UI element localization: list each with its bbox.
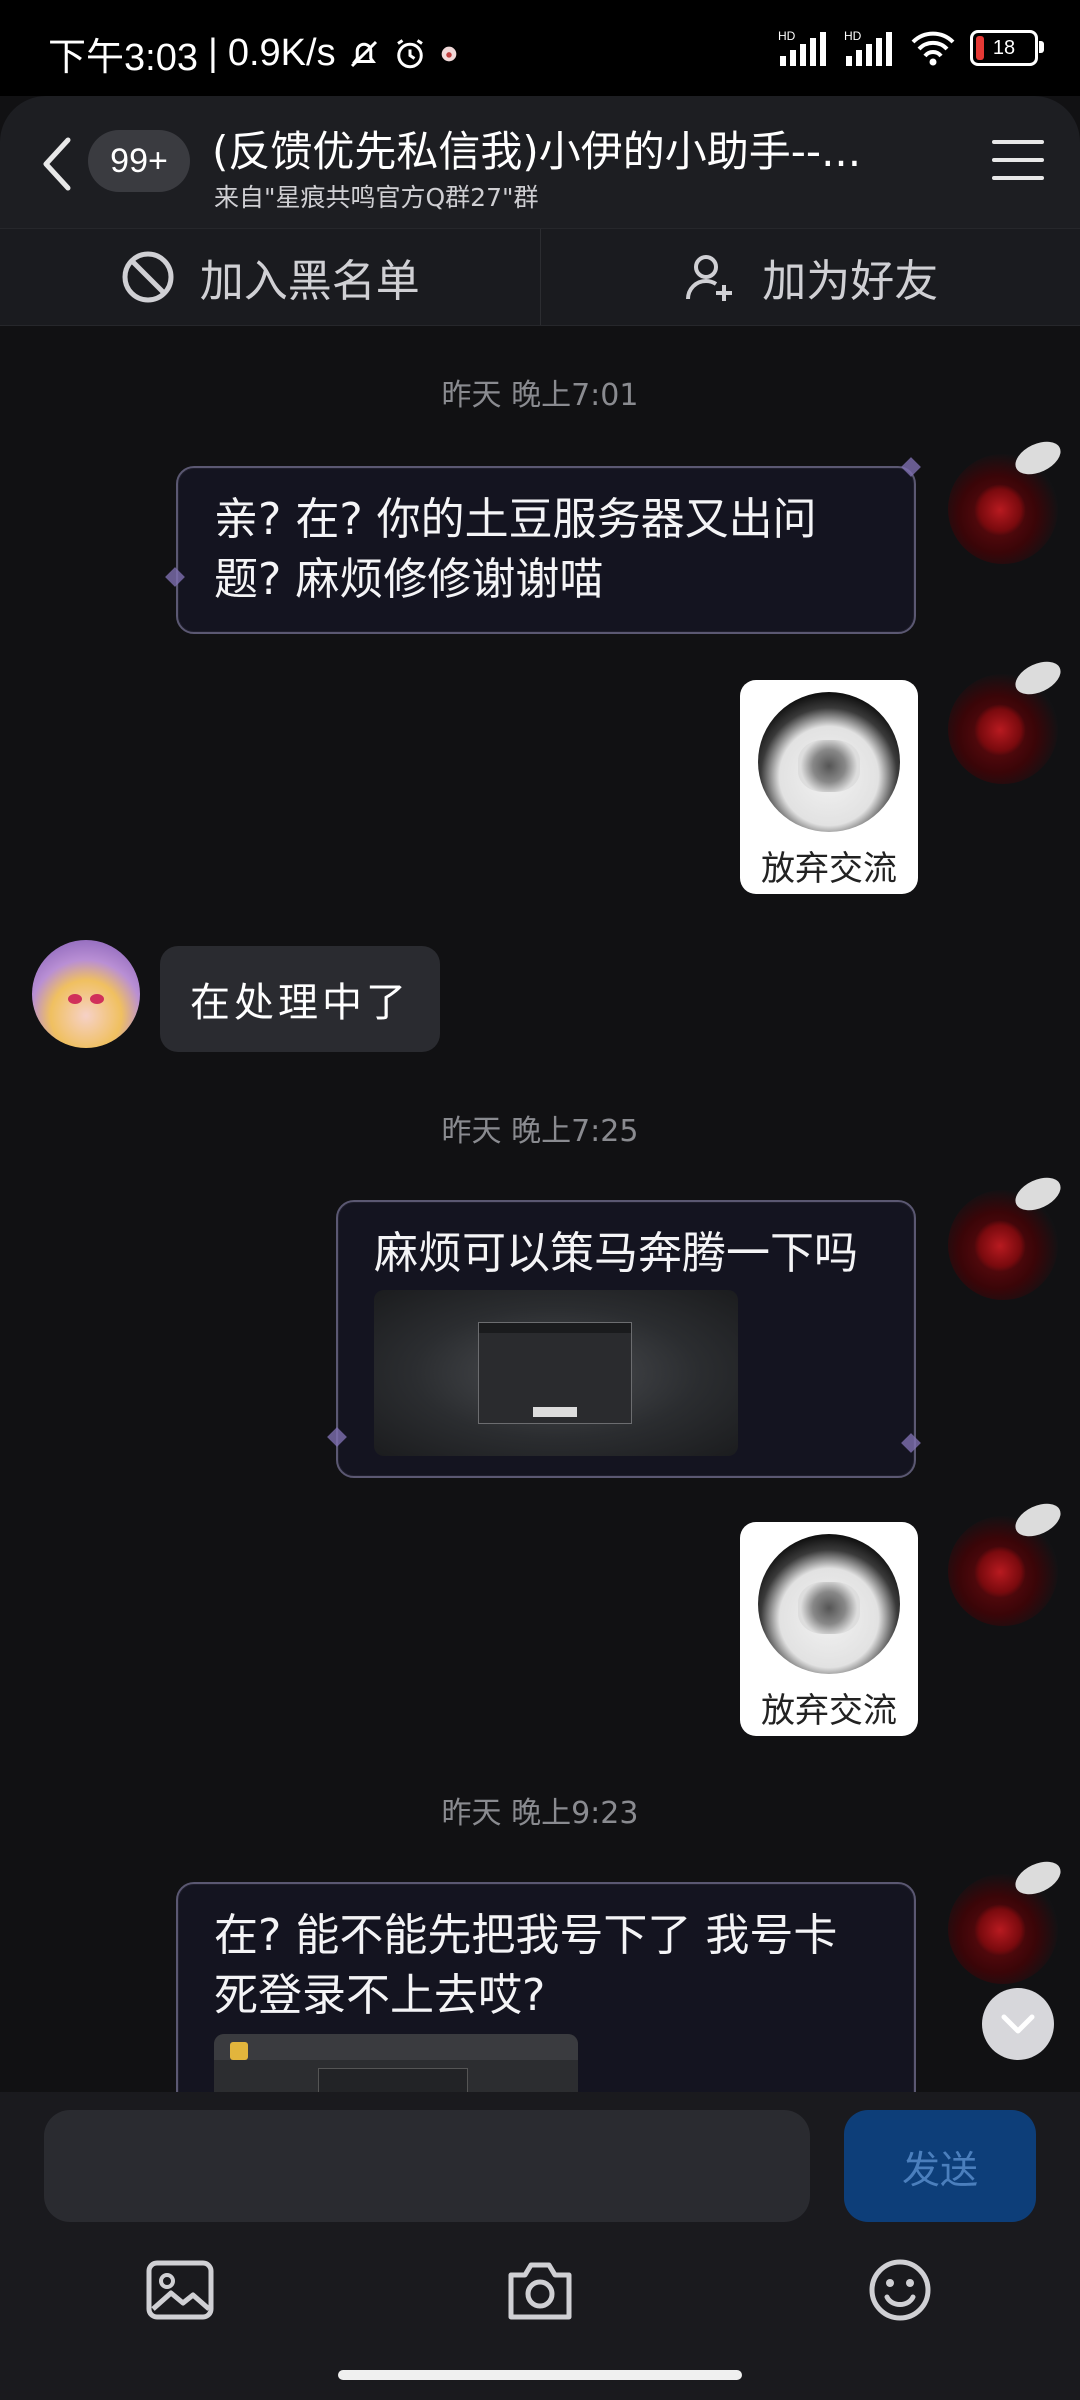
chat-title[interactable]: (反馈优先私信我)小伊的小助手--... — [212, 118, 942, 179]
avatar-self[interactable] — [948, 454, 1058, 564]
signal-icon: HD — [778, 29, 826, 66]
home-indicator[interactable] — [338, 2370, 742, 2380]
message-text: 在? 能不能先把我号下了 我号卡死登录不上去哎? — [214, 1910, 838, 2021]
status-left: 下午3:03 | 0.9K/s — [48, 26, 460, 81]
message-bubble-outgoing[interactable]: 在? 能不能先把我号下了 我号卡死登录不上去哎? — [176, 1882, 916, 2114]
avatar-contact[interactable] — [32, 940, 140, 1048]
emoji-button[interactable] — [860, 2250, 940, 2330]
timestamp: 昨天 晚上7:25 — [441, 1114, 639, 1149]
message-input[interactable] — [44, 2110, 810, 2222]
add-friend-label: 加为好友 — [762, 256, 939, 307]
message-bubble-outgoing[interactable]: 亲? 在? 你的土豆服务器又出问题? 麻烦修修谢谢喵 — [176, 466, 916, 634]
sticker-caption: 放弃交流 — [761, 1691, 897, 1731]
status-net-speed: 0.9K/s — [227, 32, 336, 74]
status-time: 下午3:03 — [48, 37, 198, 79]
hd-label-2: HD — [844, 29, 862, 43]
add-user-icon — [686, 255, 733, 301]
wifi-icon — [911, 31, 955, 66]
sticker-message[interactable]: 放弃交流 — [740, 1522, 918, 1736]
scroll-to-bottom-button[interactable] — [982, 1988, 1054, 2060]
message-bubble-outgoing[interactable]: 麻烦可以策马奔腾一下吗 — [336, 1200, 916, 1478]
screenshot-image[interactable] — [374, 1290, 738, 1456]
message-text: 亲? 在? 你的土豆服务器又出问题? 麻烦修修谢谢喵 — [214, 494, 817, 605]
stranger-actions-bar: 加入黑名单 加为好友 — [0, 228, 1080, 326]
back-button[interactable] — [34, 132, 82, 196]
message-bubble-incoming[interactable]: 在处理中了 — [160, 946, 440, 1052]
message-text: 在处理中了 — [190, 980, 410, 1026]
bell-off-icon — [350, 40, 377, 67]
dialog-thumbnail — [478, 1322, 632, 1424]
sticker-caption: 放弃交流 — [761, 849, 897, 889]
battery-indicator: 18 — [970, 30, 1044, 66]
avatar-self[interactable] — [948, 1190, 1058, 1300]
status-right: HD HD 18 — [778, 28, 1044, 68]
timestamp: 昨天 晚上9:23 — [441, 1796, 639, 1831]
send-button[interactable]: 发送 — [844, 2110, 1036, 2222]
image-picker-button[interactable] — [140, 2250, 220, 2330]
battery-level: 18 — [992, 36, 1016, 59]
chat-subtitle: 来自"星痕共鸣官方Q群27"群 — [214, 183, 539, 212]
composer-bar: 发送 — [0, 2092, 1080, 2400]
avatar-self[interactable] — [948, 674, 1058, 784]
status-separator: | — [207, 32, 218, 74]
panda-face-image — [758, 692, 900, 832]
unread-badge[interactable]: 99+ — [88, 130, 190, 192]
signal-icon-2: HD — [844, 29, 892, 66]
alarm-icon — [396, 38, 423, 68]
camera-button[interactable] — [500, 2250, 580, 2330]
message-text: 麻烦可以策马奔腾一下吗 — [374, 1228, 858, 1279]
chevron-down-icon — [1001, 2014, 1035, 2034]
image-icon — [146, 2260, 214, 2320]
add-friend-button[interactable]: 加为好友 — [539, 229, 1080, 325]
sticker-message[interactable]: 放弃交流 — [740, 680, 918, 894]
blacklist-button[interactable]: 加入黑名单 — [0, 229, 540, 325]
hd-label: HD — [778, 29, 796, 43]
chat-header: 99+ (反馈优先私信我)小伊的小助手--... 来自"星痕共鸣官方Q群27"群 — [0, 96, 1080, 228]
blacklist-label: 加入黑名单 — [199, 256, 420, 307]
avatar-self[interactable] — [948, 1874, 1058, 1984]
camera-icon — [508, 2262, 572, 2320]
notification-app-icon — [441, 46, 456, 61]
menu-button[interactable] — [992, 140, 1044, 184]
smiley-icon — [869, 2259, 931, 2321]
block-icon — [122, 251, 174, 303]
panda-face-image — [758, 1534, 900, 1674]
timestamp: 昨天 晚上7:01 — [441, 378, 639, 413]
chevron-left-icon — [43, 137, 71, 191]
avatar-self[interactable] — [948, 1516, 1058, 1626]
status-bar: 下午3:03 | 0.9K/s HD HD 18 — [0, 0, 1080, 96]
menu-icon — [992, 140, 1044, 144]
